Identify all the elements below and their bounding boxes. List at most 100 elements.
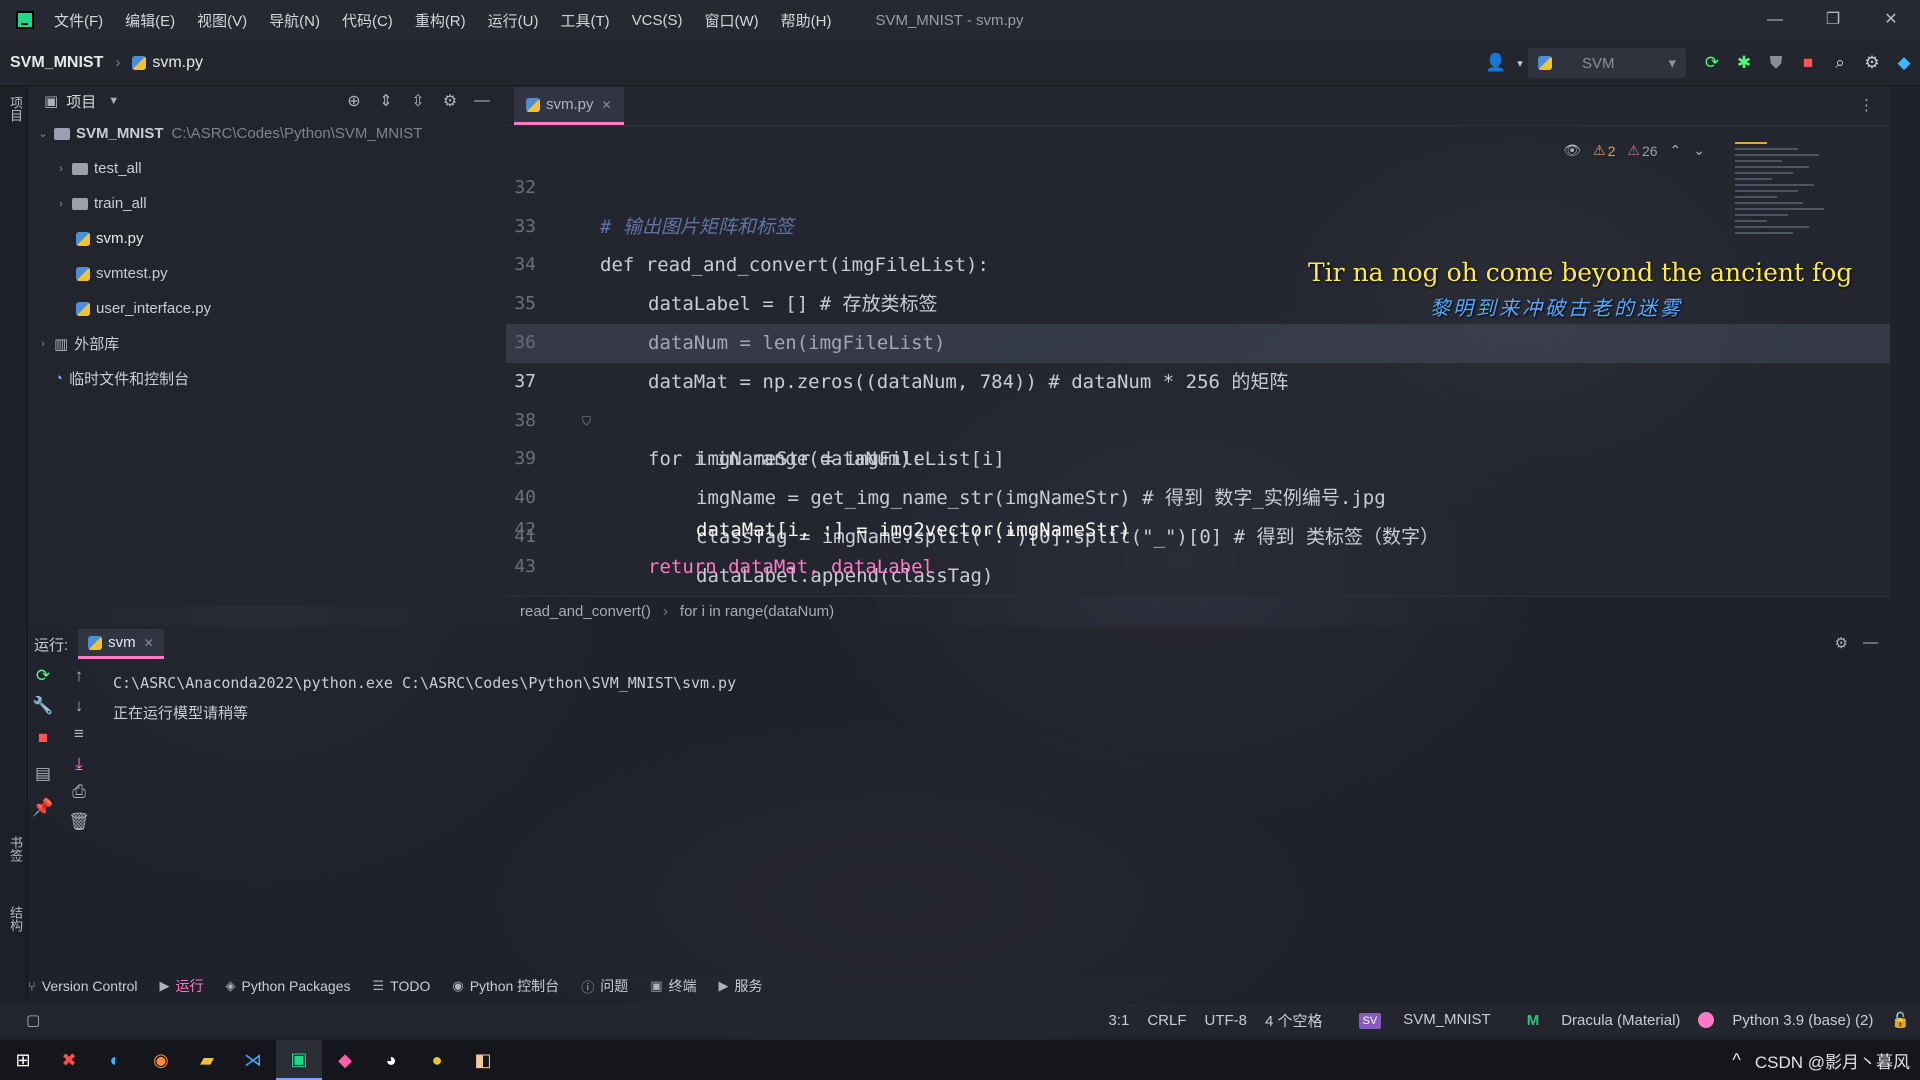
run-config-selector[interactable]: SVM ▾	[1528, 48, 1686, 78]
inspection-widget[interactable]: 👁 ⚠ 2 ⚠ 26 ⌃ ⌄	[1551, 142, 1705, 159]
menu-file[interactable]: 文件(F)	[54, 10, 103, 31]
close-tab-icon[interactable]: ✕	[144, 636, 154, 650]
rerun-icon[interactable]: ⟳	[30, 666, 56, 686]
chevron-down-icon[interactable]: ▾	[1512, 57, 1528, 70]
code-line[interactable]: 42 dataMat[i, :] = img2vector(imgNameStr…	[506, 511, 1890, 549]
panel-toggle-icon[interactable]: ▢	[26, 1011, 40, 1029]
menu-refactor[interactable]: 重构(R)	[415, 10, 466, 31]
wrench-icon[interactable]: 🔧	[30, 696, 56, 716]
chevron-up-icon[interactable]: ⌃	[1670, 142, 1682, 159]
tree-item-root[interactable]: ⌄ SVM_MNIST C:\ASRC\Codes\Python\SVM_MNI…	[28, 116, 506, 151]
more-options-icon[interactable]: ⋮	[1859, 96, 1874, 114]
code-line[interactable]: 40 classTag = imgName.split(".")[0].spli…	[506, 440, 1890, 548]
settings-gear-icon[interactable]: ⚙	[434, 91, 466, 111]
windows-start-icon[interactable]: ⊞	[0, 1040, 46, 1080]
editor-tab-svm-py[interactable]: svm.py ✕	[514, 87, 624, 125]
tree-item-svmtest-py[interactable]: svmtest.py	[28, 256, 506, 291]
close-button[interactable]: ✕	[1862, 0, 1920, 40]
tree-item-external-libraries[interactable]: › ▥ 外部库	[28, 326, 506, 361]
lock-icon[interactable]: 🔓	[1891, 1011, 1910, 1029]
jetbrains-toolbox-icon[interactable]: ◆	[1888, 53, 1920, 73]
line-separator[interactable]: CRLF	[1147, 1012, 1186, 1029]
close-tab-icon[interactable]: ✕	[602, 98, 612, 112]
code-area[interactable]: 32 # 输出图片矩阵和标签 33 def read_and_convert(i…	[506, 130, 1890, 587]
code-line[interactable]: 34 dataLabel = [] # 存放类标签	[506, 208, 1890, 315]
file-explorer-icon[interactable]: ▰	[184, 1040, 230, 1080]
qq-icon[interactable]: ◕	[368, 1040, 414, 1080]
chevron-down-icon[interactable]: ⌄	[36, 127, 50, 140]
tray-expand-icon[interactable]: ^	[1732, 1050, 1740, 1071]
nav-file-crumb[interactable]: svm.py	[152, 54, 203, 72]
scroll-to-end-icon[interactable]: ⤓	[66, 754, 92, 774]
code-line[interactable]: 39 imgName = get_img_name_str(imgNameStr…	[506, 402, 1890, 509]
settings-gear-icon[interactable]: ⚙	[1835, 634, 1848, 652]
tool-window-run[interactable]: ▶ 运行	[160, 976, 204, 996]
game-app-icon[interactable]: ◧	[460, 1040, 506, 1080]
tree-item-train-all[interactable]: › train_all	[28, 186, 506, 221]
reader-mode-icon[interactable]: 👁	[1563, 142, 1581, 159]
app-xmind-icon[interactable]: ✖	[46, 1040, 92, 1080]
menu-window[interactable]: 窗口(W)	[704, 10, 758, 31]
locate-icon[interactable]: ⊕	[338, 91, 370, 111]
print-icon[interactable]: ⎙	[66, 782, 92, 802]
browser-edge-icon[interactable]: ◐	[92, 1040, 138, 1080]
menu-tools[interactable]: 工具(T)	[560, 10, 609, 31]
tree-item-scratches[interactable]: ◔ 临时文件和控制台	[28, 361, 506, 396]
breadcrumb-loop[interactable]: for i in range(dataNum)	[680, 603, 834, 620]
tree-item-test-all[interactable]: › test_all	[28, 151, 506, 186]
hide-panel-icon[interactable]: —	[466, 92, 498, 110]
bookmarks-tool-tab[interactable]: 书签	[6, 836, 25, 862]
chevron-down-icon[interactable]: ⌄	[1693, 142, 1705, 159]
settings-gear-icon[interactable]: ⚙	[1856, 53, 1888, 73]
code-line[interactable]: 33 def read_and_convert(imgFileList):	[506, 169, 1890, 277]
menu-vcs[interactable]: VCS(S)	[632, 12, 683, 29]
menu-code[interactable]: 代码(C)	[342, 10, 393, 31]
soft-wrap-icon[interactable]: ≡	[66, 724, 92, 744]
minimize-button[interactable]: —	[1746, 0, 1804, 40]
tool-window-version-control[interactable]: ⑂ Version Control	[28, 978, 138, 994]
run-tab-svm[interactable]: svm ✕	[78, 629, 164, 659]
project-indicator[interactable]: SV SVM_MNIST	[1341, 1011, 1491, 1029]
file-encoding[interactable]: UTF-8	[1204, 1012, 1247, 1029]
pin-icon[interactable]: 📌	[30, 798, 56, 818]
vscode-icon[interactable]: ⋊	[230, 1040, 276, 1080]
hide-panel-icon[interactable]: —	[1863, 634, 1878, 651]
menu-help[interactable]: 帮助(H)	[781, 10, 832, 31]
breadcrumb-function[interactable]: read_and_convert()	[520, 603, 651, 620]
rerun-icon[interactable]: ⟳	[1696, 53, 1728, 73]
stop-icon[interactable]: ■	[30, 728, 56, 748]
project-tool-tab[interactable]: 项目	[6, 96, 25, 122]
tool-window-terminal[interactable]: ▣ 终端	[650, 976, 696, 996]
project-panel-title[interactable]: 项目	[66, 91, 96, 112]
chevron-down-icon[interactable]: ▼	[108, 95, 119, 107]
tree-item-user-interface-py[interactable]: user_interface.py	[28, 291, 506, 326]
caret-position[interactable]: 3:1	[1108, 1012, 1129, 1029]
menu-run[interactable]: 运行(U)	[488, 10, 539, 31]
music-player-icon[interactable]: ●	[414, 1040, 460, 1080]
chevron-right-icon[interactable]: ›	[36, 338, 50, 350]
pycharm-taskbar-icon[interactable]: ▣	[276, 1040, 322, 1080]
trash-icon[interactable]: 🗑	[66, 812, 92, 832]
coverage-icon[interactable]: ⛊	[1760, 53, 1792, 73]
tool-window-problems[interactable]: ⓘ 问题	[581, 976, 628, 996]
search-icon[interactable]: ⌕	[1824, 53, 1856, 73]
menu-view[interactable]: 视图(V)	[197, 10, 247, 31]
user-account-icon[interactable]: 👤	[1480, 53, 1512, 73]
chevron-right-icon[interactable]: ›	[54, 198, 68, 210]
collapse-all-icon[interactable]: ⇳	[402, 91, 434, 111]
theme-indicator[interactable]: M Dracula (Material)	[1509, 1012, 1681, 1029]
code-line[interactable]: 43 return dataMat, dataLabel	[506, 549, 1890, 585]
tree-item-svm-py[interactable]: svm.py	[28, 221, 506, 256]
arrow-down-icon[interactable]: ↓	[66, 696, 92, 716]
chevron-right-icon[interactable]: ›	[54, 163, 68, 175]
arrow-up-icon[interactable]: ↑	[66, 666, 92, 686]
browser-firefox-icon[interactable]: ◉	[138, 1040, 184, 1080]
tool-window-todo[interactable]: ☰ TODO	[373, 978, 431, 994]
structure-tool-tab[interactable]: 结构	[6, 906, 25, 932]
code-line-current[interactable]: 37 ⛉ for i in range(dataNum):	[506, 323, 1890, 470]
restore-button[interactable]: ❐	[1804, 0, 1862, 40]
nav-project-crumb[interactable]: SVM_MNIST	[10, 54, 103, 72]
menu-navigate[interactable]: 导航(N)	[269, 10, 320, 31]
layout-icon[interactable]: ▤	[30, 764, 56, 784]
debug-icon[interactable]: ✱	[1728, 53, 1760, 73]
